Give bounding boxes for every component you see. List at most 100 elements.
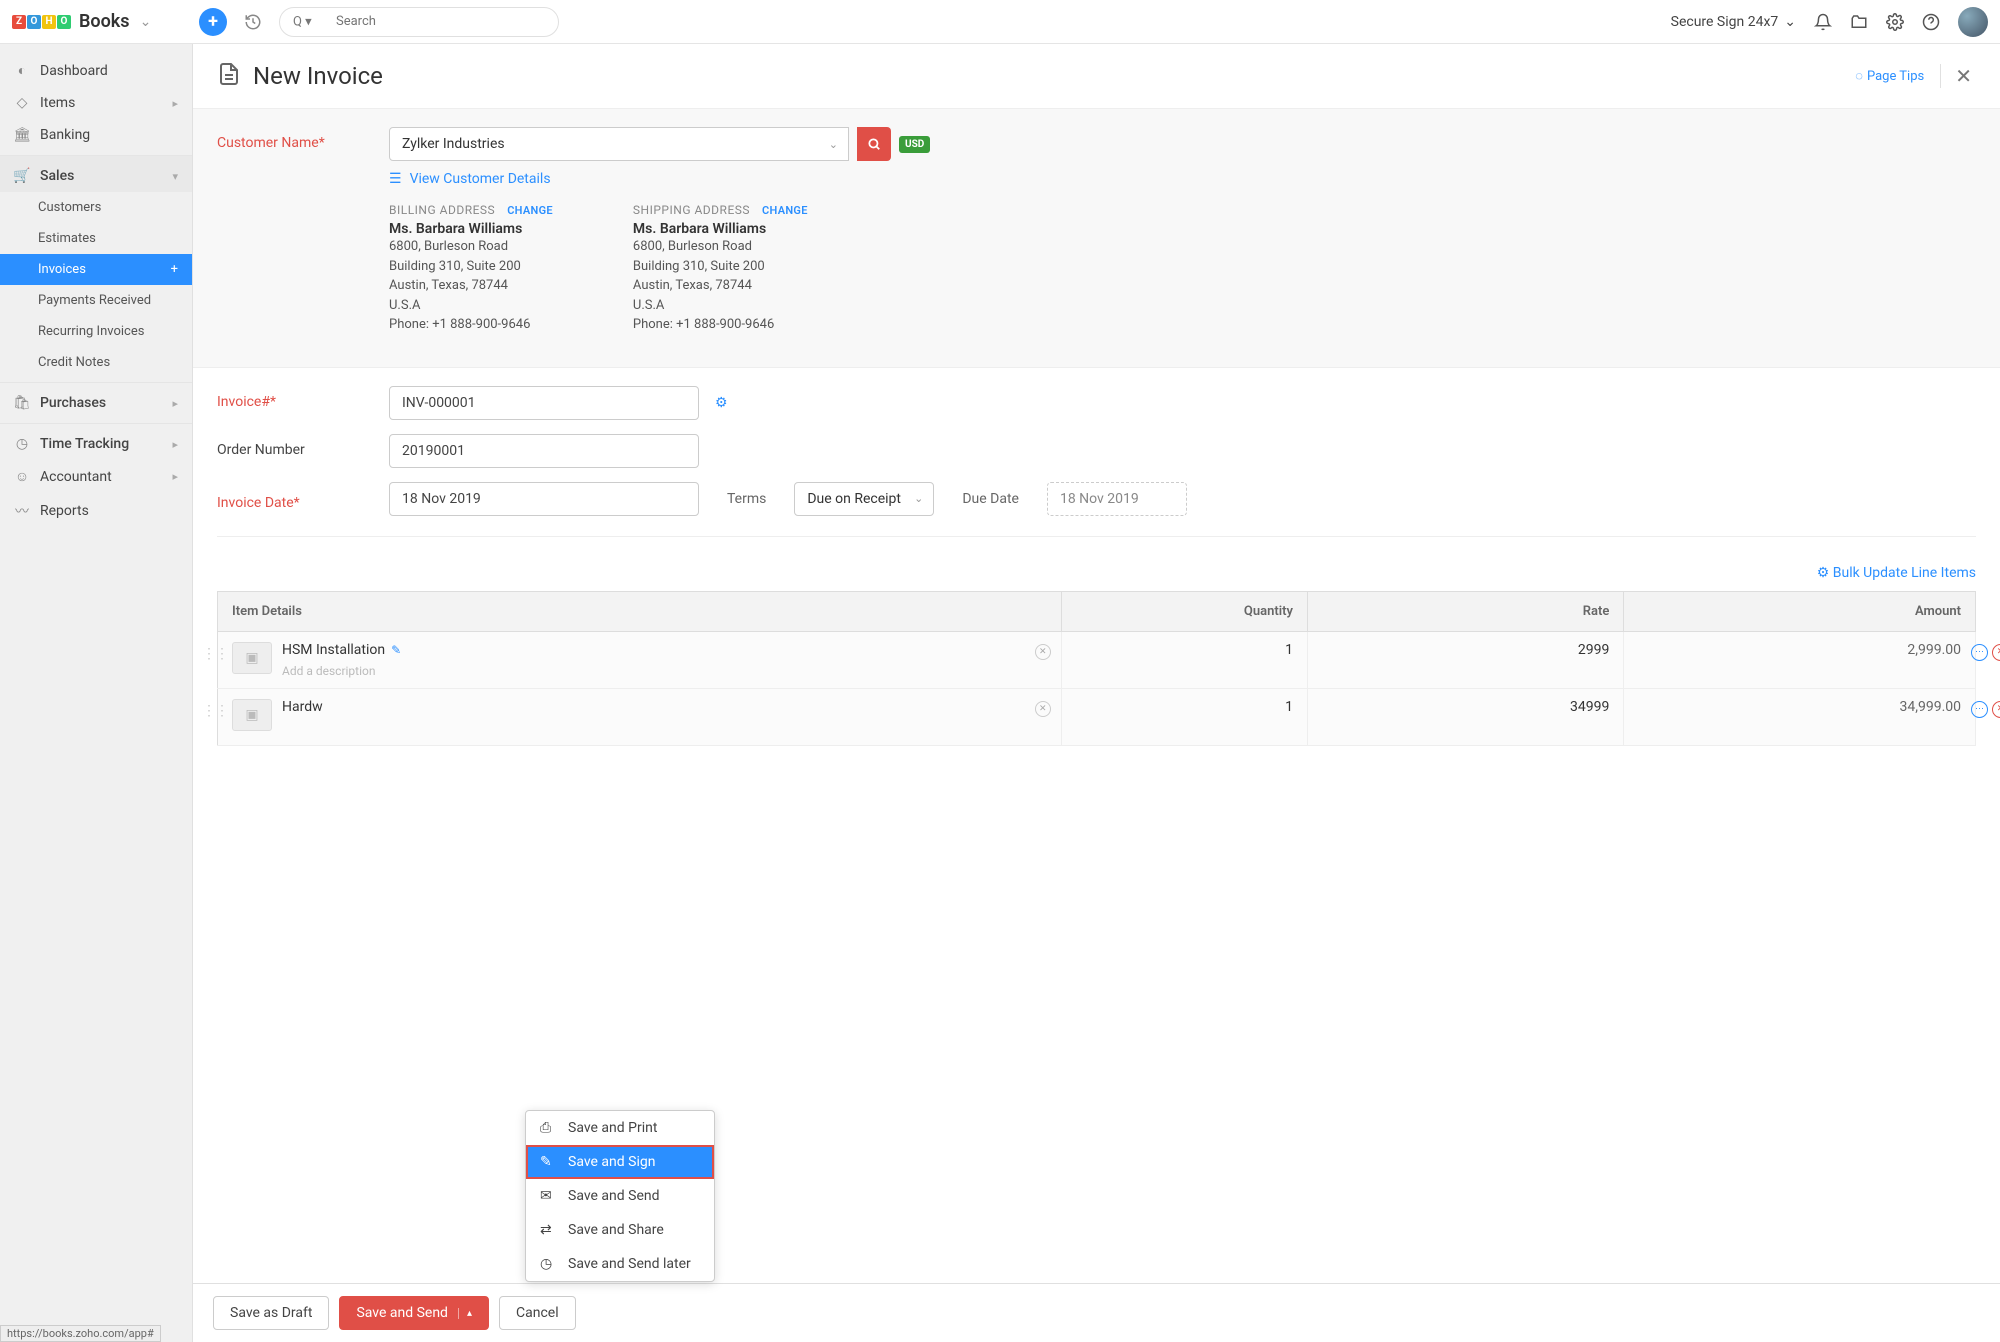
person-card-icon: ☰ <box>389 171 402 187</box>
rate-cell[interactable]: 2999 <box>1307 631 1623 688</box>
invoice-date-input[interactable] <box>389 482 699 516</box>
image-icon[interactable]: ▣ <box>232 699 272 731</box>
pen-icon: ✎ <box>540 1154 556 1170</box>
printer-icon: ⎙ <box>540 1120 556 1136</box>
sidebar-label: Purchases <box>40 395 106 411</box>
rate-cell[interactable]: 34999 <box>1307 688 1623 745</box>
bell-icon[interactable] <box>1814 13 1832 31</box>
add-description[interactable]: Add a description <box>282 664 1047 678</box>
sidebar-sub-credit-notes[interactable]: Credit Notes <box>0 347 192 378</box>
help-icon[interactable] <box>1922 13 1940 31</box>
customer-search-button[interactable] <box>857 127 891 161</box>
sidebar-sub-recurring-invoices[interactable]: Recurring Invoices <box>0 316 192 347</box>
chevron-up-icon[interactable]: ▴ <box>458 1308 472 1319</box>
menu-save-and-send-later[interactable]: ◷Save and Send later <box>526 1247 714 1281</box>
bank-icon: 🏛 <box>14 127 30 143</box>
bulb-icon: ◌ <box>1855 68 1863 84</box>
search-scope-icon[interactable]: Q ▾ <box>293 14 312 29</box>
sidebar-item-items[interactable]: ◇Items▸ <box>0 87 192 119</box>
shipping-head: SHIPPING ADDRESS <box>633 203 750 217</box>
sidebar-item-dashboard[interactable]: ◐Dashboard <box>0 54 192 87</box>
content-area: ◐Dashboard ◇Items▸ 🏛Banking 🛒Sales▾ Cust… <box>0 44 2000 1342</box>
row-delete-icon[interactable]: ✕ <box>1992 701 2000 718</box>
bulk-update-link[interactable]: ⚙ Bulk Update Line Items <box>1817 565 1976 581</box>
person-icon: ☺ <box>14 468 30 485</box>
change-shipping-link[interactable]: CHANGE <box>762 204 808 217</box>
close-icon[interactable]: ✕ <box>1940 64 1976 88</box>
sidebar-label: Items <box>40 95 75 111</box>
qty-cell[interactable]: 1 <box>1061 688 1307 745</box>
chevron-down-icon: ⌄ <box>1784 14 1796 30</box>
terms-select[interactable]: Due on Receipt⌄ <box>794 482 934 516</box>
save-and-send-button[interactable]: Save and Send▴ <box>339 1296 489 1330</box>
drag-handle-icon[interactable]: ⋮⋮ <box>202 703 228 719</box>
row-delete-icon[interactable]: ✕ <box>1992 644 2000 661</box>
sidebar-label: Invoices <box>38 262 86 277</box>
save-dropdown-menu: ⎙Save and Print ✎Save and Sign ✉Save and… <box>525 1110 715 1282</box>
save-draft-button[interactable]: Save as Draft <box>213 1296 329 1330</box>
billing-address-block: BILLING ADDRESSCHANGE Ms. Barbara Willia… <box>389 203 553 335</box>
item-name: Hardw <box>282 699 323 715</box>
view-customer-link[interactable]: View Customer Details <box>410 171 551 187</box>
addr-line: Building 310, Suite 200 <box>633 257 808 277</box>
col-rate: Rate <box>1307 591 1623 631</box>
billing-head: BILLING ADDRESS <box>389 203 495 217</box>
customer-select[interactable]: Zylker Industries ⌄ <box>389 127 849 161</box>
edit-icon[interactable]: ✎ <box>391 643 401 657</box>
table-row: ⋮⋮ ▣ Hardw Add a description ✕ 1 34999 <box>218 688 1976 745</box>
bag-icon: 🛍 <box>14 395 30 411</box>
avatar[interactable] <box>1958 7 1988 37</box>
due-date-label: Due Date <box>962 491 1019 507</box>
cancel-button[interactable]: Cancel <box>499 1296 576 1330</box>
sidebar-item-purchases[interactable]: 🛍Purchases▸ <box>0 382 192 419</box>
sidebar-sub-estimates[interactable]: Estimates <box>0 223 192 254</box>
row-more-icon[interactable]: ⋯ <box>1971 701 1988 718</box>
sidebar-sub-payments-received[interactable]: Payments Received <box>0 285 192 316</box>
sidebar-item-time-tracking[interactable]: ◷Time Tracking▸ <box>0 423 192 460</box>
chevron-right-icon: ▸ <box>172 470 178 483</box>
page-tips-link[interactable]: ◌Page Tips <box>1855 68 1924 84</box>
sidebar-label: Dashboard <box>40 63 108 79</box>
app-name: Books <box>79 11 130 32</box>
folder-icon[interactable] <box>1850 13 1868 31</box>
sidebar-sub-customers[interactable]: Customers <box>0 192 192 223</box>
sidebar-item-sales[interactable]: 🛒Sales▾ <box>0 155 192 192</box>
gear-icon: ⚙ <box>1817 565 1830 581</box>
order-no-input[interactable] <box>389 434 699 468</box>
menu-save-and-print[interactable]: ⎙Save and Print <box>526 1111 714 1145</box>
gear-icon[interactable]: ⚙ <box>715 395 728 411</box>
customer-section: Customer Name* Zylker Industries ⌄ USD <box>193 108 2000 368</box>
plus-icon[interactable]: + <box>171 262 178 277</box>
customer-name-label: Customer Name* <box>217 127 389 151</box>
sidebar-item-banking[interactable]: 🏛Banking <box>0 119 192 151</box>
addr-line: Austin, Texas, 78744 <box>633 276 808 296</box>
history-icon[interactable] <box>239 8 267 36</box>
drag-handle-icon[interactable]: ⋮⋮ <box>202 646 228 662</box>
sidebar-item-accountant[interactable]: ☺Accountant▸ <box>0 460 192 493</box>
change-billing-link[interactable]: CHANGE <box>507 204 553 217</box>
app-logo[interactable]: Z O H O Books ⌄ <box>12 11 187 32</box>
row-more-icon[interactable]: ⋯ <box>1971 644 1988 661</box>
logo-tiles: Z O H O <box>12 15 71 29</box>
clear-item-icon[interactable]: ✕ <box>1035 701 1051 717</box>
menu-save-and-send[interactable]: ✉Save and Send <box>526 1179 714 1213</box>
clear-item-icon[interactable]: ✕ <box>1035 644 1051 660</box>
menu-save-and-share[interactable]: ⇄Save and Share <box>526 1213 714 1247</box>
menu-save-and-sign[interactable]: ✎Save and Sign <box>526 1145 714 1179</box>
invoice-no-label: Invoice#* <box>217 386 389 410</box>
gear-icon[interactable] <box>1886 13 1904 31</box>
addr-line: Building 310, Suite 200 <box>389 257 553 277</box>
order-no-label: Order Number <box>217 434 389 458</box>
due-date-input[interactable] <box>1047 482 1187 516</box>
org-switcher[interactable]: Secure Sign 24x7 ⌄ <box>1671 14 1796 30</box>
quick-add-button[interactable]: + <box>199 8 227 36</box>
table-row: ⋮⋮ ▣ HSM Installation✎ Add a description… <box>218 631 1976 688</box>
sidebar-item-reports[interactable]: 〰Reports <box>0 493 192 529</box>
qty-cell[interactable]: 1 <box>1061 631 1307 688</box>
image-icon[interactable]: ▣ <box>232 642 272 674</box>
search-input[interactable] <box>279 7 559 37</box>
invoice-date-label: Invoice Date* <box>217 487 389 511</box>
sidebar-sub-invoices[interactable]: Invoices + <box>0 254 192 285</box>
addr-line: Phone: +1 888-900-9646 <box>389 315 553 335</box>
invoice-no-input[interactable] <box>389 386 699 420</box>
